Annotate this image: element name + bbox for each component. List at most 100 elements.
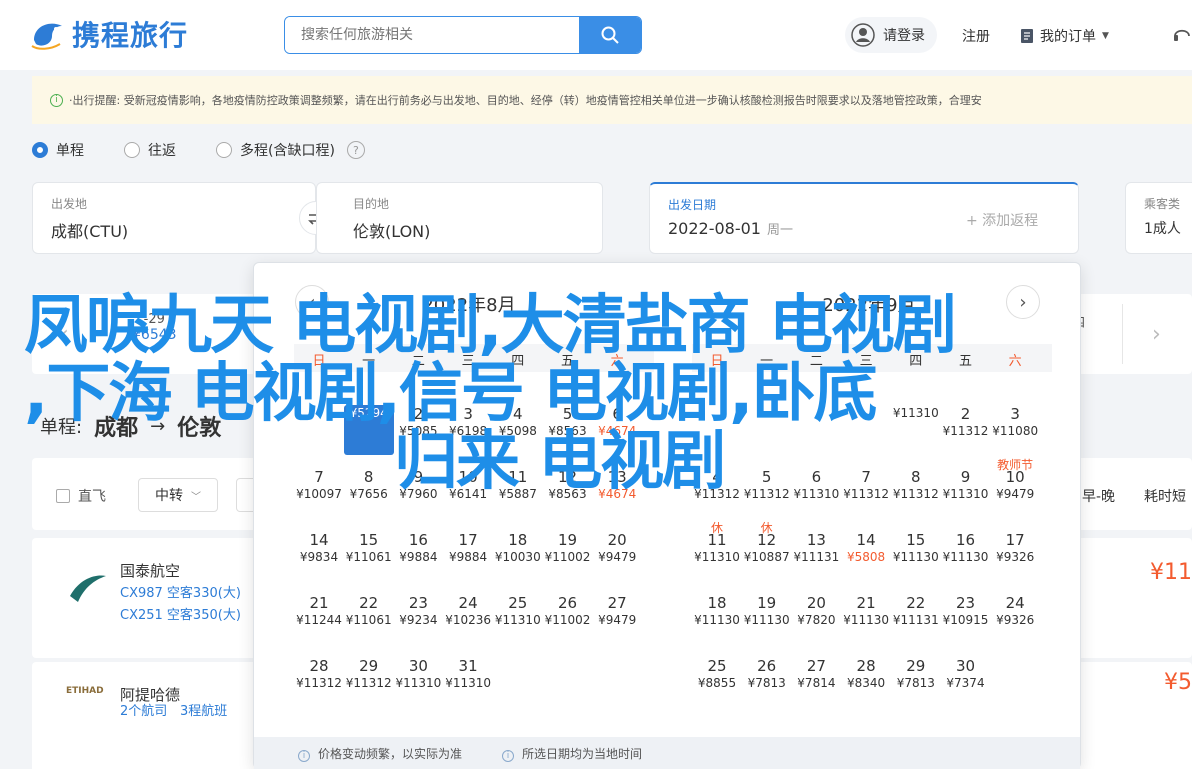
calendar-day[interactable]: 31 ¥11310 bbox=[443, 657, 493, 707]
radio-oneway[interactable]: 单程 bbox=[32, 140, 84, 160]
flight-number[interactable]: CX251 空客350(大) bbox=[120, 604, 241, 623]
calendar-day[interactable]: 14 ¥9834 bbox=[294, 531, 344, 581]
direct-filter[interactable]: 直飞 bbox=[56, 486, 106, 506]
calendar-day[interactable]: 9 ¥7960 bbox=[393, 468, 443, 518]
calendar-day[interactable]: 23 ¥9234 bbox=[393, 594, 443, 644]
sort-early-late[interactable]: 早-晚 bbox=[1082, 486, 1115, 506]
passenger-field[interactable]: 乘客类 1成人 bbox=[1125, 182, 1192, 254]
calendar-day[interactable]: 27 ¥9479 bbox=[592, 594, 642, 644]
flight-price: ¥5 bbox=[1164, 670, 1192, 695]
calendar-day[interactable]: 21 ¥11130 bbox=[841, 594, 891, 644]
calendar-day[interactable]: 4 ¥11312 bbox=[692, 468, 742, 518]
day-price: ¥11312 bbox=[296, 676, 342, 690]
day-number: 7 bbox=[314, 468, 324, 486]
calendar-day[interactable]: 3 ¥6198 bbox=[443, 405, 493, 455]
calendar-day[interactable]: 21 ¥11244 bbox=[294, 594, 344, 644]
calendar-day[interactable]: 10 ¥6141 bbox=[443, 468, 493, 518]
calendar-day[interactable]: 6 ¥11310 bbox=[791, 468, 841, 518]
calendar-day[interactable]: 19 ¥11002 bbox=[543, 531, 593, 581]
calendar-day[interactable]: 5 ¥11312 bbox=[742, 468, 792, 518]
headset-icon[interactable] bbox=[1172, 24, 1192, 44]
search-input[interactable] bbox=[285, 17, 579, 53]
calendar-day[interactable]: 25 ¥11310 bbox=[493, 594, 543, 644]
calendar-day[interactable]: 28 ¥8340 bbox=[841, 657, 891, 707]
calendar-day[interactable]: 休 11 ¥11310 bbox=[692, 521, 742, 581]
calendar-day[interactable]: 8 ¥7656 bbox=[344, 468, 394, 518]
calendar-day[interactable]: 24 ¥10236 bbox=[443, 594, 493, 644]
calendar-day[interactable]: 22 ¥11131 bbox=[891, 594, 941, 644]
my-orders-menu[interactable]: 我的订单 ▼ bbox=[1020, 26, 1109, 46]
transfer-select[interactable]: 中转 ﹀ bbox=[138, 478, 218, 512]
day-price: ¥11312 bbox=[743, 487, 790, 501]
weekday-label: 二 bbox=[411, 354, 425, 369]
calendar-day[interactable]: 30 ¥7374 bbox=[941, 657, 991, 707]
calendar-day[interactable]: 8 ¥11312 bbox=[891, 468, 941, 518]
login-button[interactable]: 请登录 bbox=[845, 17, 937, 53]
calendar-day[interactable]: 5 ¥8563 bbox=[543, 405, 593, 455]
calendar-day[interactable]: 28 ¥11312 bbox=[294, 657, 344, 707]
from-field[interactable]: 出发地 成都(CTU) bbox=[32, 182, 316, 254]
calendar-day[interactable]: 17 ¥9326 bbox=[990, 531, 1040, 581]
radio-roundtrip[interactable]: 往返 bbox=[124, 140, 176, 160]
sort-duration[interactable]: 耗时短 bbox=[1144, 486, 1186, 506]
calendar-day[interactable]: 23 ¥10915 bbox=[941, 594, 991, 644]
calendar-day[interactable]: 16 ¥9884 bbox=[393, 531, 443, 581]
to-field[interactable]: 目的地 伦敦(LON) bbox=[316, 182, 603, 254]
search-button[interactable] bbox=[579, 17, 641, 53]
calendar-day[interactable]: 22 ¥11061 bbox=[344, 594, 394, 644]
day-price: ¥11130 bbox=[843, 613, 889, 627]
segment-count[interactable]: 3程航班 bbox=[180, 700, 227, 719]
day-price: ¥10097 bbox=[296, 487, 342, 501]
calendar-day[interactable]: 13 ¥11131 bbox=[791, 531, 841, 581]
radio-multi[interactable]: 多程(含缺口程) bbox=[216, 140, 335, 160]
calendar-day[interactable]: 6 ¥4674 bbox=[592, 405, 642, 455]
calendar-day[interactable]: 16 ¥11130 bbox=[941, 531, 991, 581]
calendar-day[interactable]: 30 ¥11310 bbox=[393, 657, 443, 707]
calendar-day[interactable]: 18 ¥11130 bbox=[692, 594, 742, 644]
chevron-right-icon[interactable]: › bbox=[1152, 322, 1161, 347]
calendar-day[interactable]: 7 ¥11312 bbox=[841, 468, 891, 518]
calendar-day[interactable]: 26 ¥7813 bbox=[742, 657, 792, 707]
calendar-day[interactable]: 15 ¥11130 bbox=[891, 531, 941, 581]
calendar-day[interactable]: 12 ¥8563 bbox=[543, 468, 593, 518]
calendar-day[interactable]: 17 ¥9884 bbox=[443, 531, 493, 581]
calendar-day[interactable]: 27 ¥7814 bbox=[791, 657, 841, 707]
calendar-day[interactable]: ¥5294 bbox=[343, 405, 394, 455]
register-link[interactable]: 注册 bbox=[962, 26, 990, 46]
datebar-item[interactable]: -29 ¥6543 bbox=[132, 312, 177, 343]
calendar-day[interactable]: 9 ¥11310 bbox=[941, 468, 991, 518]
day-price: ¥9479 bbox=[598, 550, 637, 564]
calendar-day[interactable]: 2 ¥5085 bbox=[393, 405, 443, 455]
chevron-left-icon[interactable]: ‹ bbox=[60, 322, 69, 347]
calendar-day[interactable]: 26 ¥11002 bbox=[543, 594, 593, 644]
calendar-day[interactable]: 29 ¥11312 bbox=[344, 657, 394, 707]
flight-number[interactable]: CX987 空客330(大) bbox=[120, 582, 241, 601]
calendar-day[interactable]: 教师节 10 ¥9479 bbox=[990, 458, 1040, 518]
calendar-day[interactable]: 7 ¥10097 bbox=[294, 468, 344, 518]
ctrip-logo[interactable]: 携程旅行 bbox=[30, 14, 188, 54]
calendar-day[interactable]: 25 ¥8855 bbox=[692, 657, 742, 707]
airline-count[interactable]: 2个航司 bbox=[120, 700, 167, 719]
calendar-day[interactable]: 14 ¥5808 bbox=[841, 531, 891, 581]
calendar-day[interactable]: 2 ¥11312 bbox=[941, 405, 991, 455]
help-icon[interactable]: ? bbox=[346, 141, 365, 159]
calendar-day[interactable]: 13 ¥4674 bbox=[592, 468, 642, 518]
weekday-label: 四 bbox=[909, 354, 923, 369]
calendar-day[interactable]: 29 ¥7813 bbox=[891, 657, 941, 707]
day-number: 18 bbox=[508, 531, 528, 549]
calendar-day[interactable]: 19 ¥11130 bbox=[742, 594, 792, 644]
add-return-button[interactable]: + 添加返程 bbox=[966, 210, 1038, 230]
calendar-day[interactable]: 休 12 ¥10887 bbox=[742, 521, 792, 581]
calendar-day[interactable]: 11 ¥5887 bbox=[493, 468, 543, 518]
info-icon: i bbox=[298, 749, 310, 762]
calendar-day[interactable]: 20 ¥7820 bbox=[791, 594, 841, 644]
calendar-day[interactable]: 20 ¥9479 bbox=[592, 531, 642, 581]
next-month-button[interactable]: › bbox=[1006, 285, 1040, 319]
calendar-day[interactable]: ¥11310 bbox=[891, 405, 941, 455]
calendar-day[interactable]: 3 ¥11080 bbox=[990, 405, 1040, 455]
calendar-day[interactable]: 15 ¥11061 bbox=[344, 531, 394, 581]
calendar-day[interactable]: 24 ¥9326 bbox=[990, 594, 1040, 644]
calendar-day[interactable]: 4 ¥5098 bbox=[493, 405, 543, 455]
prev-month-button[interactable]: ‹ bbox=[295, 285, 329, 319]
calendar-day[interactable]: 18 ¥10030 bbox=[493, 531, 543, 581]
